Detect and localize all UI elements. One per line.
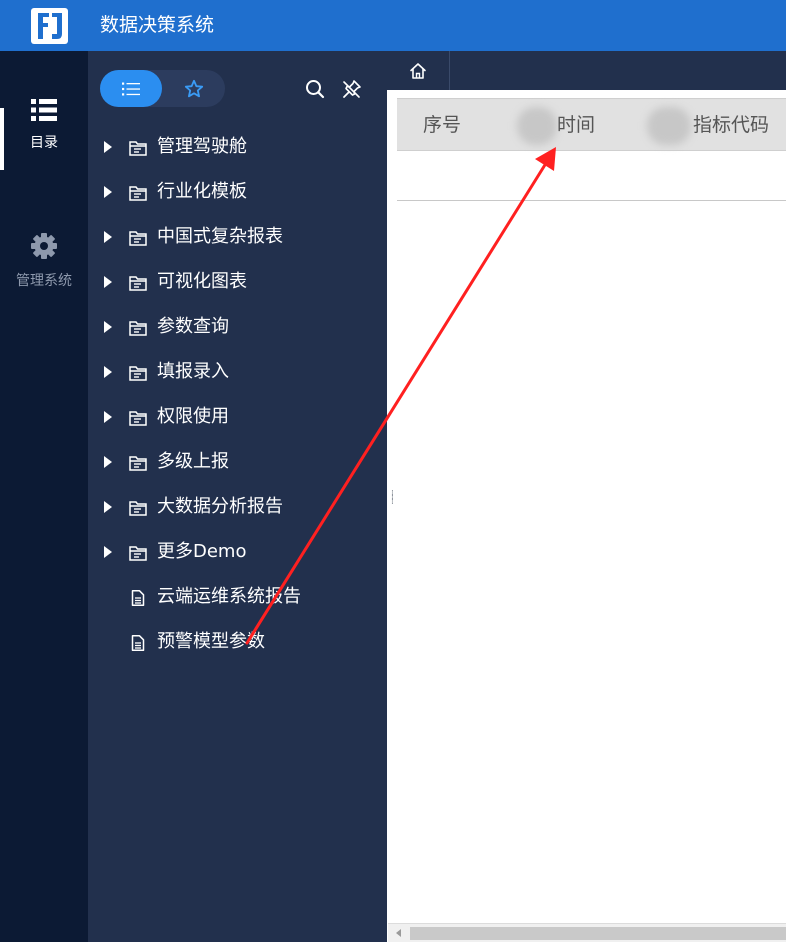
tree-folder[interactable]: 权限使用 <box>88 395 387 440</box>
tree-folder[interactable]: 中国式复杂报表 <box>88 215 387 260</box>
expand-caret-icon[interactable] <box>104 186 112 198</box>
list-icon <box>122 82 140 95</box>
column-header: 序号 <box>423 114 462 136</box>
document-icon <box>131 590 145 606</box>
rail-item-management[interactable]: 管理系统 <box>0 232 88 290</box>
view-switch <box>100 70 225 107</box>
expand-caret-icon[interactable] <box>104 231 112 243</box>
directory-tree: 管理驾驶舱 行业化模板 中国式复杂报表 可视化图表 参数查询 填报录入 权限使用… <box>88 125 387 665</box>
expand-caret-icon[interactable] <box>104 456 112 468</box>
tree-item-label: 填报录入 <box>157 361 229 382</box>
folder-icon <box>129 501 147 516</box>
home-icon <box>410 62 426 79</box>
tree-item-label: 大数据分析报告 <box>157 496 283 517</box>
folder-icon <box>129 411 147 426</box>
rail-item-label: 管理系统 <box>16 273 72 289</box>
column-header: 指标代码 <box>693 114 770 136</box>
expand-caret-icon[interactable] <box>104 141 112 153</box>
app-logo-icon <box>31 8 68 44</box>
tree-item-label: 多级上报 <box>157 451 229 472</box>
tree-folder[interactable]: 大数据分析报告 <box>88 485 387 530</box>
tree-item-label: 行业化模板 <box>157 181 247 202</box>
column-header: 时间 <box>557 114 596 136</box>
expand-caret-icon[interactable] <box>104 501 112 513</box>
folder-icon <box>129 141 147 156</box>
folder-icon <box>129 321 147 336</box>
expand-caret-icon[interactable] <box>104 321 112 333</box>
tree-item-label: 管理驾驶舱 <box>157 136 247 157</box>
tree-item-label: 中国式复杂报表 <box>157 226 283 247</box>
tree-folder[interactable]: 管理驾驶舱 <box>88 125 387 170</box>
folder-icon <box>129 546 147 561</box>
directory-panel: 管理驾驶舱 行业化模板 中国式复杂报表 可视化图表 参数查询 填报录入 权限使用… <box>88 51 387 942</box>
tree-folder[interactable]: 可视化图表 <box>88 260 387 305</box>
tree-file[interactable]: 预警模型参数 <box>88 620 387 665</box>
horizontal-scrollbar[interactable] <box>388 923 786 942</box>
tree-item-label: 预警模型参数 <box>157 631 265 652</box>
tree-folder[interactable]: 行业化模板 <box>88 170 387 215</box>
blurred-region <box>647 107 691 145</box>
app-header: 数据决策系统 <box>0 0 786 51</box>
tree-folder[interactable]: 更多Demo <box>88 530 387 575</box>
scroll-left-icon[interactable] <box>396 929 401 937</box>
blurred-region <box>517 107 557 145</box>
tree-item-label: 更多Demo <box>157 541 247 562</box>
report-table: 序号 时间 指标代码 <box>397 98 786 201</box>
tree-item-label: 可视化图表 <box>157 271 247 292</box>
directory-list-toggle[interactable] <box>100 70 162 107</box>
rail-item-directory[interactable]: 目录 <box>0 98 88 152</box>
tree-item-label: 权限使用 <box>157 406 229 427</box>
tree-item-label: 云端运维系统报告 <box>157 586 301 607</box>
pin-off-icon[interactable] <box>342 79 362 99</box>
list-icon <box>31 99 57 121</box>
table-header: 序号 时间 指标代码 <box>397 98 786 151</box>
tab-bar <box>387 51 786 90</box>
expand-caret-icon[interactable] <box>104 276 112 288</box>
folder-icon <box>129 366 147 381</box>
left-rail: 目录 管理系统 <box>0 51 88 942</box>
folder-icon <box>129 231 147 246</box>
tree-folder[interactable]: 参数查询 <box>88 305 387 350</box>
star-icon <box>184 79 203 97</box>
folder-icon <box>129 456 147 471</box>
expand-caret-icon[interactable] <box>104 411 112 423</box>
search-icon[interactable] <box>305 79 325 99</box>
document-icon <box>131 635 145 651</box>
expand-caret-icon[interactable] <box>104 366 112 378</box>
panel-resize-handle[interactable]: ⁞ ⁞ ⁞ <box>391 490 394 507</box>
tree-item-label: 参数查询 <box>157 316 229 337</box>
rail-item-label: 目录 <box>30 135 58 151</box>
home-tab[interactable] <box>387 51 450 90</box>
folder-icon <box>129 186 147 201</box>
gear-icon <box>31 233 57 259</box>
tree-file[interactable]: 云端运维系统报告 <box>88 575 387 620</box>
expand-caret-icon[interactable] <box>104 546 112 558</box>
app-title: 数据决策系统 <box>100 14 215 36</box>
table-row <box>397 151 786 201</box>
favorites-toggle[interactable] <box>162 70 225 107</box>
folder-icon <box>129 276 147 291</box>
scrollbar-thumb[interactable] <box>410 927 786 940</box>
tree-folder[interactable]: 多级上报 <box>88 440 387 485</box>
tree-folder[interactable]: 填报录入 <box>88 350 387 395</box>
